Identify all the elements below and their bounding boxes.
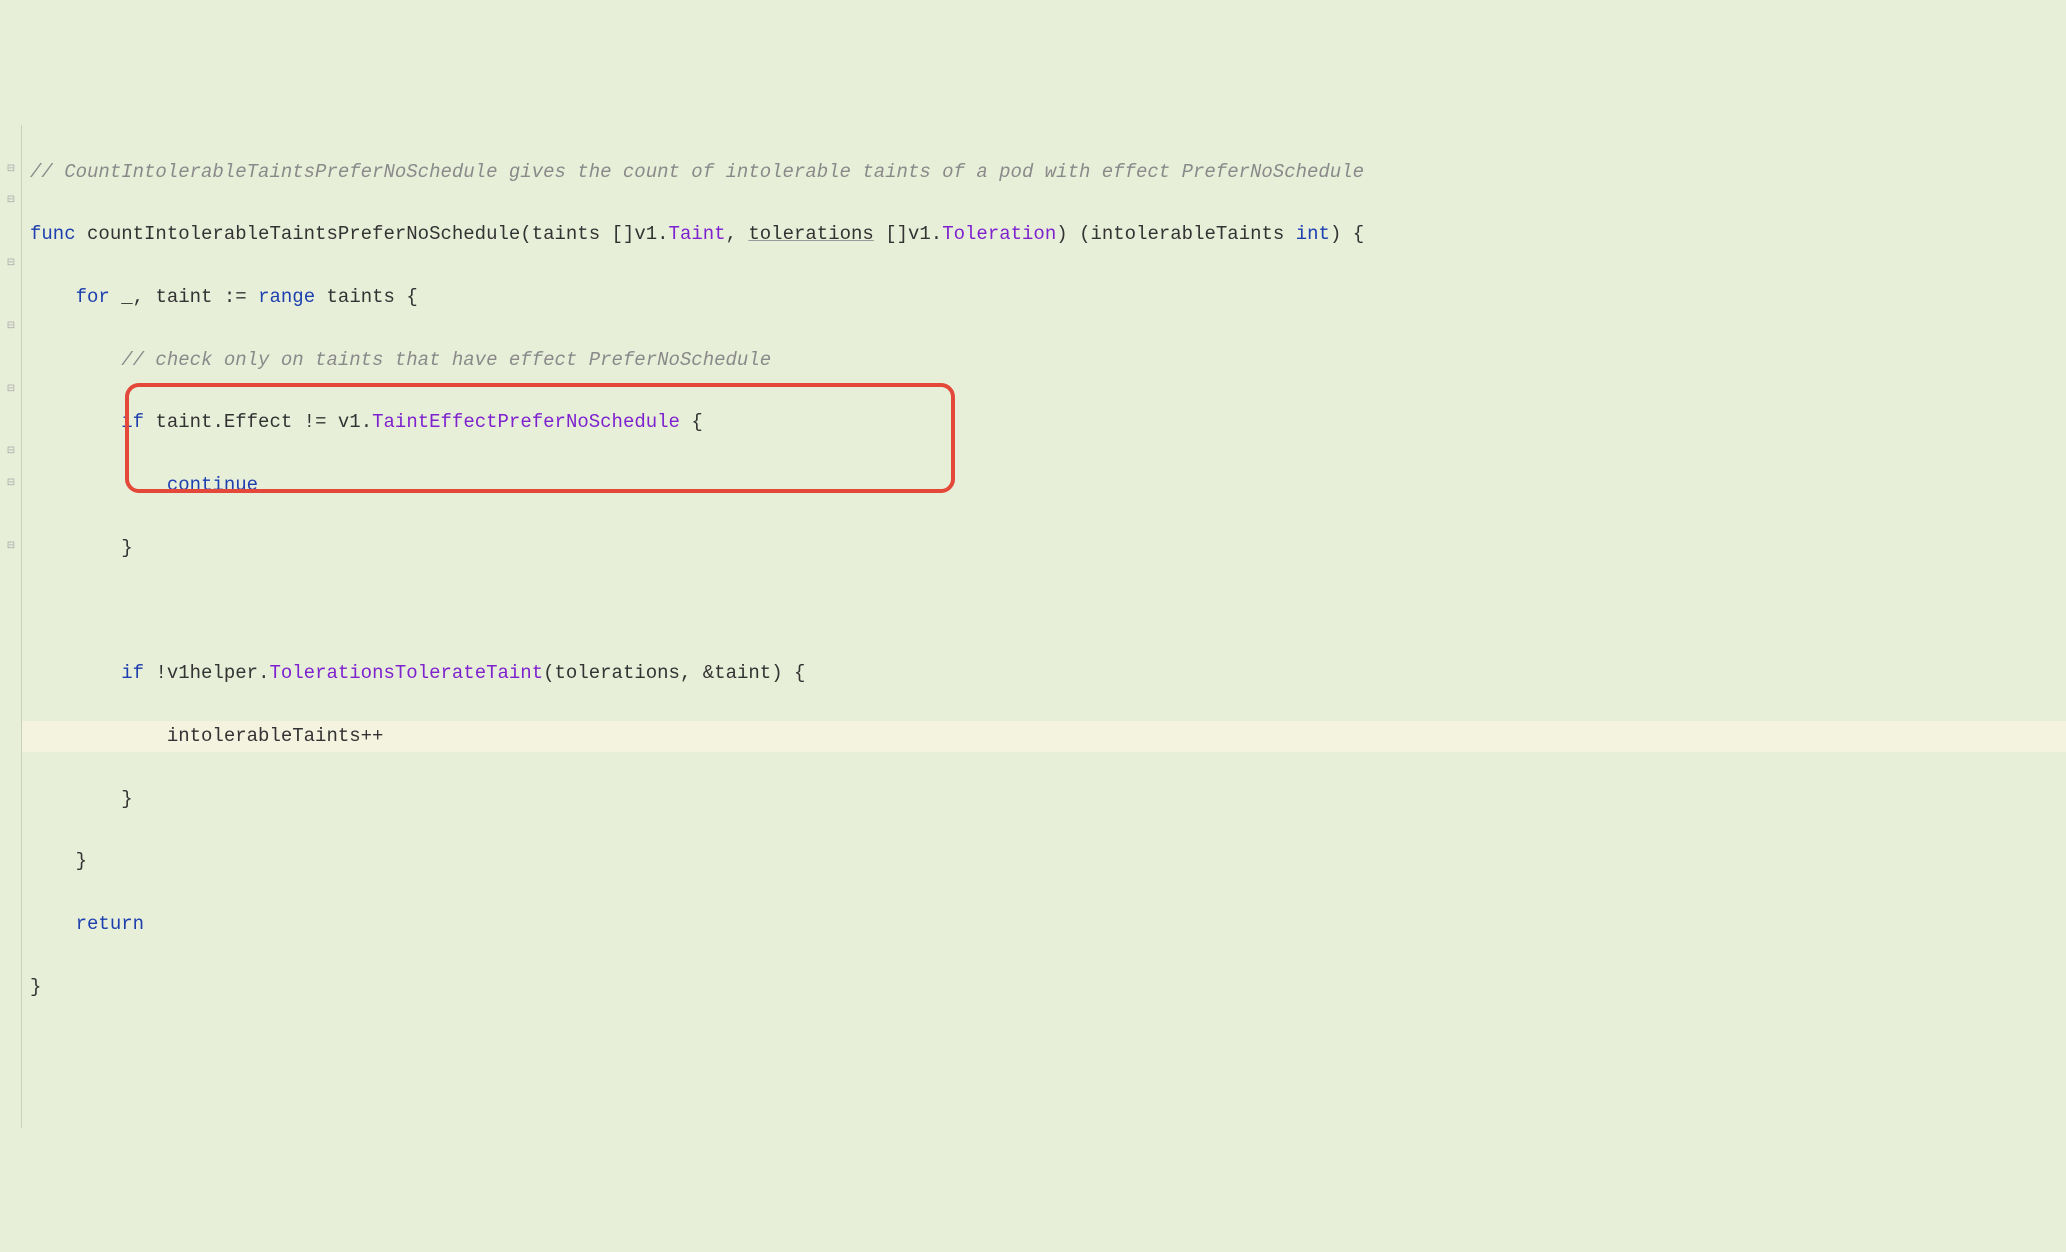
fold-icon[interactable]: ⊟ xyxy=(4,540,18,554)
statement: intolerableTaints++ xyxy=(167,725,384,747)
const-ref: TaintEffectPreferNoSchedule xyxy=(372,411,680,433)
type-ref: Toleration xyxy=(942,223,1056,245)
code-line: if !v1helper.TolerationsTolerateTaint(to… xyxy=(30,658,2066,689)
gutter: ⊟ ⊟ ⊟ ⊟ ⊟ ⊟ ⊟ ⊟ xyxy=(0,125,22,1128)
keyword-return: return xyxy=(76,913,144,935)
code-line: } xyxy=(30,533,2066,564)
code-line: return xyxy=(30,909,2066,940)
code-line: } xyxy=(30,846,2066,877)
fold-icon[interactable]: ⊟ xyxy=(4,383,18,397)
code-line: // check only on taints that have effect… xyxy=(30,345,2066,376)
code-line: } xyxy=(30,972,2066,1003)
keyword-range: range xyxy=(258,286,315,308)
fold-icon[interactable]: ⊟ xyxy=(4,477,18,491)
code-line: for _, taint := range taints { xyxy=(30,282,2066,313)
code-line-highlighted: intolerableTaints++ xyxy=(22,721,2066,752)
type-ref: Taint xyxy=(669,223,726,245)
code-line: if taint.Effect != v1.TaintEffectPreferN… xyxy=(30,407,2066,438)
fold-icon[interactable]: ⊟ xyxy=(4,194,18,208)
fold-icon[interactable]: ⊟ xyxy=(4,320,18,334)
code-line xyxy=(30,596,2066,627)
keyword-continue: continue xyxy=(167,474,258,496)
loop-var: taint xyxy=(155,286,212,308)
function-name: countIntolerableTaintsPreferNoSchedule xyxy=(87,223,520,245)
func-call: TolerationsTolerateTaint xyxy=(269,662,543,684)
keyword-if: if xyxy=(121,411,144,433)
code-editor: ⊟ ⊟ ⊟ ⊟ ⊟ ⊟ ⊟ ⊟ // CountIntolerableTaint… xyxy=(0,125,2066,1128)
pkg-ref: v1helper xyxy=(167,662,258,684)
param-name: taints xyxy=(532,223,600,245)
type-int: int xyxy=(1296,223,1330,245)
keyword-for: for xyxy=(76,286,110,308)
fold-icon[interactable]: ⊟ xyxy=(4,445,18,459)
code-line: continue xyxy=(30,470,2066,501)
comment: // CountIntolerableTaintsPreferNoSchedul… xyxy=(30,161,1364,183)
keyword-if: if xyxy=(121,662,144,684)
keyword-func: func xyxy=(30,223,76,245)
comment: // check only on taints that have effect… xyxy=(121,349,771,371)
return-name: intolerableTaints xyxy=(1090,223,1284,245)
param-name: tolerations xyxy=(748,223,873,245)
code-line: } xyxy=(30,784,2066,815)
fold-icon[interactable]: ⊟ xyxy=(4,257,18,271)
code-line: // CountIntolerableTaintsPreferNoSchedul… xyxy=(30,157,2066,188)
code-line: func countIntolerableTaintsPreferNoSched… xyxy=(30,219,2066,250)
fold-icon[interactable]: ⊟ xyxy=(4,163,18,177)
code-area[interactable]: // CountIntolerableTaintsPreferNoSchedul… xyxy=(22,125,2066,1128)
